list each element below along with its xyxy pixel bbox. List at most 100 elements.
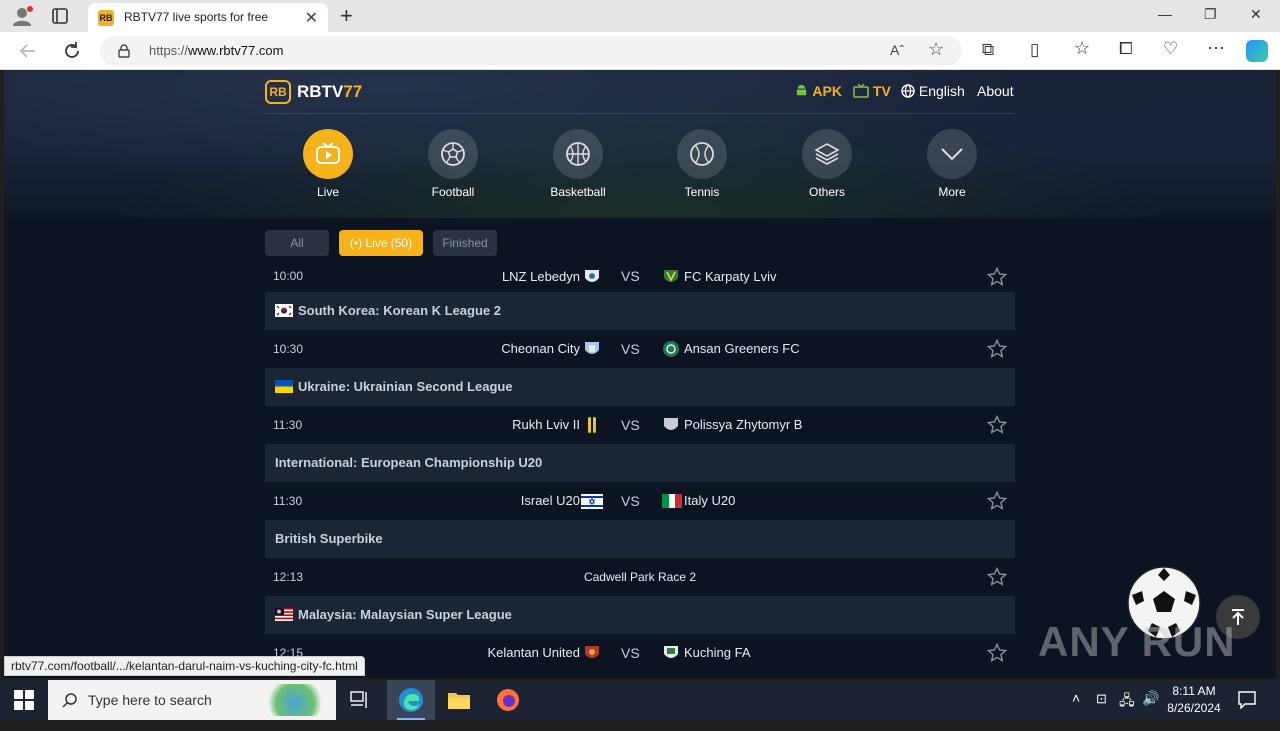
category-others[interactable]: Others — [787, 129, 867, 199]
header-hero: RB RBTV77 APK TV English About Live Foot… — [4, 70, 1276, 218]
match-row[interactable]: 12:13 Cadwell Park Race 2 — [265, 558, 1015, 596]
favorite-star-icon[interactable] — [987, 643, 1007, 663]
tab-actions-icon[interactable] — [50, 6, 70, 26]
browser-tab-active[interactable]: RB RBTV77 live sports for free ✕ — [88, 3, 328, 33]
category-basketball[interactable]: Basketball — [538, 129, 618, 199]
category-label: More — [938, 185, 966, 199]
browser-essentials-icon[interactable]: ♡ — [1163, 39, 1178, 59]
match-row[interactable]: 12:15 Kelantan United VS Kuching FA — [265, 634, 1015, 672]
back-icon[interactable] — [17, 40, 39, 62]
home-team: Kelantan United — [487, 645, 580, 660]
url-text[interactable]: https://www.rbtv77.com — [149, 43, 283, 58]
lock-icon[interactable] — [118, 44, 130, 58]
vs-label: VS — [621, 268, 640, 284]
league-header: South Korea: Korean K League 2 — [265, 292, 1015, 330]
category-label: Football — [431, 185, 475, 199]
layers-icon — [802, 129, 852, 179]
task-view-icon[interactable] — [336, 680, 384, 720]
favorites-icon[interactable]: ☆ — [1074, 38, 1090, 59]
read-aloud-icon[interactable]: Aˆ — [890, 42, 904, 58]
vs-label: VS — [621, 341, 640, 357]
league-name: Ukraine: Ukrainian Second League — [298, 379, 513, 394]
away-team-logo-icon — [664, 646, 678, 658]
notifications-icon[interactable] — [1238, 691, 1256, 709]
category-tennis[interactable]: Tennis — [662, 129, 742, 199]
favorite-star-icon[interactable] — [987, 339, 1007, 359]
favorite-star-icon[interactable] — [987, 567, 1007, 587]
search-icon — [62, 693, 77, 708]
home-team: Cheonan City — [501, 341, 580, 356]
volume-icon[interactable]: 🔊 — [1142, 690, 1159, 730]
category-live[interactable]: Live — [288, 129, 368, 199]
league-header: Ukraine: Ukrainian Second League — [265, 368, 1015, 406]
israel-flag-icon — [581, 494, 603, 509]
favorite-star-icon[interactable] — [987, 415, 1007, 435]
windows-start-icon[interactable] — [14, 690, 34, 710]
taskbar-clock[interactable]: 8:11 AM 8/26/2024 — [1162, 683, 1226, 717]
search-highlight-icon — [262, 684, 328, 716]
minimize-icon[interactable]: — — [1158, 6, 1172, 22]
favorite-star-icon[interactable]: ☆ — [928, 39, 944, 60]
restore-icon[interactable]: ❐ — [1204, 6, 1217, 23]
copilot-icon[interactable] — [1246, 40, 1268, 62]
language-selector[interactable]: English — [901, 83, 965, 99]
category-label: Others — [808, 185, 845, 199]
split-screen-icon[interactable]: ▯ — [1030, 40, 1039, 60]
refresh-icon[interactable] — [61, 40, 83, 62]
file-explorer-icon[interactable] — [435, 680, 483, 720]
filter-live[interactable]: (•) Live (50) — [339, 230, 423, 256]
new-tab-icon[interactable]: + — [340, 3, 353, 29]
filter-finished[interactable]: Finished — [433, 230, 497, 256]
home-team-logo-icon — [585, 342, 599, 354]
match-time: 10:00 — [273, 269, 304, 283]
device-icon[interactable]: ⊡ — [1096, 691, 1107, 731]
tab-close-icon[interactable]: ✕ — [305, 8, 318, 28]
tennis-icon — [677, 129, 727, 179]
vs-label: VS — [621, 417, 640, 433]
nav-tv-label: TV — [872, 83, 891, 99]
extensions-icon[interactable]: ⧉ — [982, 40, 994, 60]
favorite-star-icon[interactable] — [987, 491, 1007, 511]
category-more[interactable]: More — [912, 129, 992, 199]
address-bar[interactable]: https://www.rbtv77.com Aˆ ☆ — [100, 36, 962, 66]
match-time: 10:30 — [273, 342, 304, 356]
match-time: 11:30 — [273, 418, 303, 432]
away-team: Ansan Greeners FC — [684, 341, 800, 356]
show-hidden-icons-icon[interactable]: ˄ — [1072, 690, 1080, 730]
firefox-icon[interactable] — [484, 680, 532, 720]
away-team: FC Karpaty Lviv — [684, 269, 777, 284]
browser-tab-bar: RB RBTV77 live sports for free ✕ + — ❐ ✕ — [0, 0, 1280, 33]
vs-label: VS — [621, 493, 640, 509]
category-label: Basketball — [550, 185, 606, 199]
header-divider — [265, 113, 1015, 114]
away-team-logo-icon — [664, 270, 678, 282]
nav-tv[interactable]: TV — [853, 83, 891, 99]
category-label: Live — [316, 185, 339, 199]
language-label: English — [918, 83, 965, 99]
tv-icon — [853, 83, 869, 98]
taskbar-search-box[interactable]: Type here to search — [48, 680, 336, 720]
clock-time: 8:11 AM — [1172, 684, 1216, 698]
profile-icon[interactable] — [10, 5, 34, 27]
match-row[interactable]: 10:00 LNZ Lebedyn VS FC Karpaty Lviv — [265, 262, 1015, 292]
nav-apk[interactable]: APK — [794, 83, 842, 99]
home-team-logo-icon — [585, 270, 599, 282]
globe-icon — [901, 84, 915, 98]
collections-icon[interactable]: ⧠ — [1119, 39, 1133, 59]
brand-main: RBTV — [297, 82, 344, 101]
edge-taskbar-icon[interactable] — [387, 680, 435, 720]
logo-mark: RB — [265, 80, 291, 104]
match-row[interactable]: 11:30 Rukh Lviv II VS Polissya Zhytomyr … — [265, 406, 1015, 444]
category-football[interactable]: Football — [413, 129, 493, 199]
window-close-icon[interactable]: ✕ — [1250, 6, 1262, 23]
league-header: British Superbike — [265, 520, 1015, 558]
settings-more-icon[interactable]: ⋯ — [1207, 38, 1225, 59]
nav-about[interactable]: About — [977, 83, 1014, 99]
match-row[interactable]: 11:30 Israel U20 VS Italy U20 — [265, 482, 1015, 520]
network-icon[interactable]: 🖧 — [1119, 690, 1135, 730]
filter-all[interactable]: All — [265, 230, 329, 256]
anyrun-watermark: ANY RUN — [1038, 618, 1236, 665]
away-team: Polissya Zhytomyr B — [684, 417, 803, 432]
match-row[interactable]: 10:30 Cheonan City VS Ansan Greeners FC — [265, 330, 1015, 368]
favorite-star-icon[interactable] — [987, 267, 1007, 287]
